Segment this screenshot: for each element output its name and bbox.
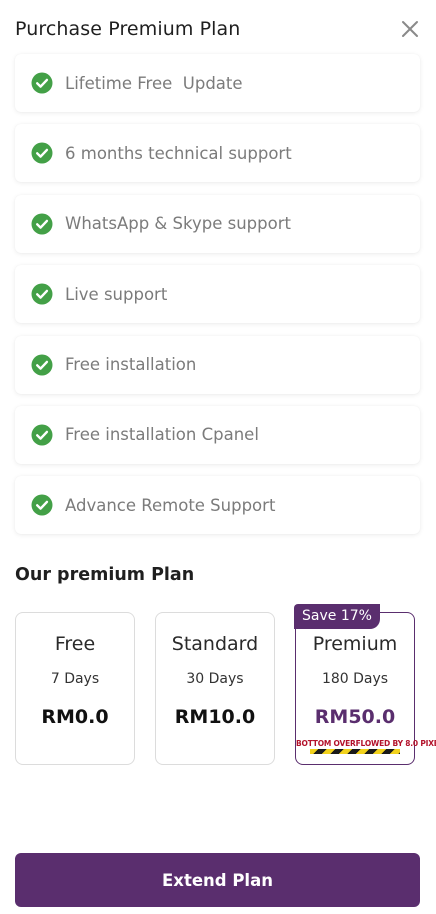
- plan-options: Free 7 Days RM0.0 Standard 30 Days RM10.…: [15, 604, 436, 768]
- feature-item: Lifetime Free Update: [15, 54, 420, 112]
- plan-card-free[interactable]: Free 7 Days RM0.0: [15, 612, 135, 765]
- plan-price: RM10.0: [174, 706, 256, 728]
- feature-item: Live support: [15, 265, 420, 324]
- check-circle-icon: [31, 142, 53, 164]
- close-button[interactable]: [399, 18, 421, 40]
- plan-name: Premium: [312, 633, 398, 655]
- plan-duration: 180 Days: [321, 671, 389, 687]
- header: Purchase Premium Plan: [15, 14, 421, 50]
- feature-label: WhatsApp & Skype support: [65, 214, 291, 234]
- plan-duration: 7 Days: [50, 671, 100, 687]
- check-circle-icon: [31, 354, 53, 376]
- check-circle-icon: [31, 494, 53, 516]
- plan-card-premium[interactable]: Save 17% Premium 180 Days RM50.0 BOTTOM …: [294, 604, 436, 765]
- check-circle-icon: [31, 213, 53, 235]
- feature-label: Advance Remote Support: [65, 495, 276, 515]
- feature-label: Live support: [65, 284, 168, 304]
- feature-label: Free installation: [65, 355, 197, 375]
- close-icon: [402, 21, 418, 37]
- plan-card-standard[interactable]: Standard 30 Days RM10.0: [155, 612, 275, 765]
- plan-name: Free: [54, 633, 96, 655]
- feature-label: Free installation Cpanel: [65, 425, 259, 445]
- plan-price: RM0.0: [41, 706, 109, 728]
- purchase-premium-plan-screen: Purchase Premium Plan Lifetime Free Upda…: [0, 0, 436, 914]
- feature-list: Lifetime Free Update 6 months technical …: [15, 54, 420, 547]
- feature-item: Free installation: [15, 335, 420, 394]
- feature-label: 6 months technical support: [65, 143, 292, 163]
- check-circle-icon: [31, 283, 53, 305]
- plan-duration: 30 Days: [186, 671, 244, 687]
- extend-plan-button[interactable]: Extend Plan: [15, 853, 420, 907]
- plans-section-title: Our premium Plan: [15, 565, 195, 585]
- overflow-warning: BOTTOM OVERFLOWED BY 8.0 PIXELS: [296, 739, 436, 748]
- plan-name: Standard: [171, 633, 259, 655]
- feature-item: 6 months technical support: [15, 124, 420, 183]
- feature-item: WhatsApp & Skype support: [15, 194, 420, 253]
- plan-price: RM50.0: [314, 706, 396, 728]
- overflow-stripes: [310, 749, 400, 754]
- check-circle-icon: [31, 72, 53, 94]
- save-badge: Save 17%: [294, 604, 380, 629]
- feature-item: Free installation Cpanel: [15, 405, 420, 464]
- feature-label: Lifetime Free Update: [65, 73, 243, 93]
- feature-item: Advance Remote Support: [15, 476, 420, 535]
- check-circle-icon: [31, 424, 53, 446]
- page-title: Purchase Premium Plan: [15, 18, 241, 40]
